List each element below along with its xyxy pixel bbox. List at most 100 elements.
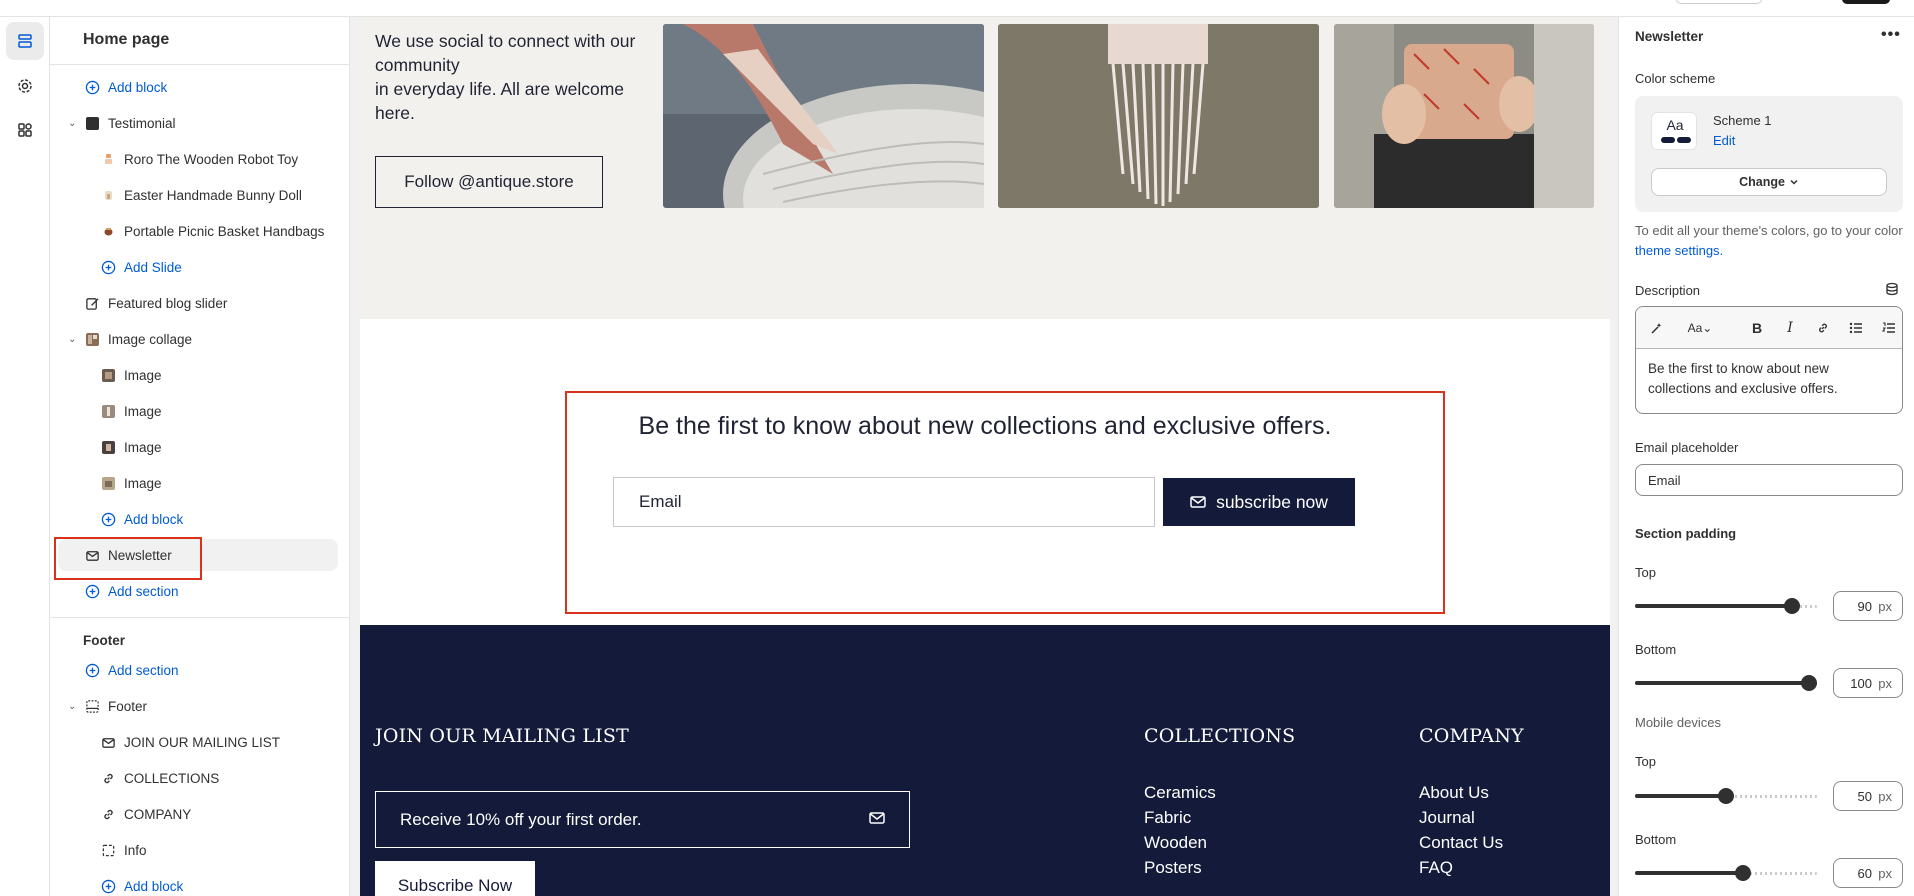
link-icon	[100, 770, 116, 786]
footer-subscribe-button[interactable]: Subscribe Now	[375, 861, 535, 896]
change-label: Change	[1739, 175, 1785, 189]
sidebar-item-collections[interactable]: COLLECTIONS	[58, 762, 338, 794]
plus-circle-icon	[84, 583, 100, 599]
follow-button[interactable]: Follow @antique.store	[375, 156, 603, 208]
unit: px	[1878, 676, 1892, 691]
value: 90	[1857, 599, 1872, 614]
chevron-down-icon: ⌄	[68, 333, 77, 345]
company-heading: COMPANY	[1419, 725, 1524, 747]
text-style-dropdown[interactable]: Aa⌄	[1682, 319, 1718, 337]
change-scheme-button[interactable]: Change	[1651, 168, 1887, 196]
add-block-button[interactable]: Add block	[58, 870, 338, 896]
ai-sparkle-icon[interactable]	[1648, 319, 1666, 337]
italic-icon[interactable]: I	[1781, 319, 1799, 337]
bottom-padding-slider[interactable]	[1635, 673, 1817, 693]
slider-fill	[1635, 871, 1743, 875]
footer-link[interactable]: Posters	[1144, 858, 1202, 878]
image-collage-icon	[84, 331, 100, 347]
plus-circle-icon	[84, 79, 100, 95]
swatch-dot	[1661, 137, 1675, 143]
numbered-list-icon[interactable]	[1880, 319, 1898, 337]
footer-link[interactable]: Contact Us	[1419, 833, 1503, 853]
sidebar-item-image-2[interactable]: Image	[58, 395, 338, 427]
email-placeholder-field[interactable]: Email	[1635, 464, 1903, 496]
sidebar-item-featured-blog-slider[interactable]: Featured blog slider	[58, 287, 338, 319]
slider-handle[interactable]	[1718, 788, 1734, 804]
add-block-button[interactable]: Add block	[58, 71, 338, 103]
footer-link[interactable]: FAQ	[1419, 858, 1453, 878]
chevron-down-icon: ⌄	[68, 700, 77, 712]
bold-icon[interactable]: B	[1748, 319, 1766, 337]
storefront-preview: We use social to connect with our commun…	[360, 17, 1610, 896]
swatch-dot	[1677, 137, 1691, 143]
bullet-list-icon[interactable]	[1847, 319, 1865, 337]
footer-email-field[interactable]: Receive 10% off your first order.	[375, 791, 910, 848]
footer-link[interactable]: Journal	[1419, 808, 1475, 828]
image-thumbnail-icon	[100, 439, 116, 455]
add-block-button[interactable]: Add block	[58, 503, 338, 535]
description-label: Description	[1635, 283, 1701, 298]
footer-section[interactable]: JOIN OUR MAILING LIST Receive 10% off yo…	[360, 625, 1610, 896]
row-label: Image	[124, 367, 162, 383]
sidebar-item-image-1[interactable]: Image	[58, 359, 338, 391]
sidebar-item-image-3[interactable]: Image	[58, 431, 338, 463]
mail-icon	[100, 734, 116, 750]
mobile-bottom-input[interactable]: 60 px	[1833, 858, 1903, 888]
theme-editor: Home page Add block ⌄ Testimonial Roro T…	[0, 0, 1914, 896]
sidebar-item-testimonial[interactable]: ⌄ Testimonial	[58, 107, 338, 139]
color-scheme-card: Aa Scheme 1 Edit Change	[1635, 96, 1903, 212]
sidebar-item-info[interactable]: Info	[58, 834, 338, 866]
add-slide-button[interactable]: Add Slide	[58, 251, 338, 283]
sidebar-item-footer[interactable]: ⌄ Footer	[58, 690, 338, 722]
sidebar-item-picnic-basket[interactable]: Portable Picnic Basket Handbags	[58, 215, 338, 247]
sidebar-item-bunny-doll[interactable]: Easter Handmade Bunny Doll	[58, 179, 338, 211]
scheme-edit-link[interactable]: Edit	[1713, 133, 1735, 148]
link-icon[interactable]	[1814, 319, 1832, 337]
slider-handle[interactable]	[1801, 675, 1817, 691]
footer-link[interactable]: Wooden	[1144, 833, 1207, 853]
sidebar-item-robot-toy[interactable]: Roro The Wooden Robot Toy	[58, 143, 338, 175]
add-section-button[interactable]: Add section	[58, 654, 338, 686]
theme-settings-link[interactable]: theme settings.	[1635, 243, 1723, 258]
color-scheme-label: Color scheme	[1635, 71, 1716, 86]
settings-rail-button[interactable]	[6, 67, 44, 105]
bottom-padding-label: Bottom	[1635, 642, 1677, 657]
save-button[interactable]	[1842, 0, 1890, 4]
sidebar-item-company[interactable]: COMPANY	[58, 798, 338, 830]
row-label: Add block	[124, 511, 184, 527]
testimonial-section-icon	[84, 115, 100, 131]
top-bar-control[interactable]	[1676, 0, 1762, 4]
row-label: Info	[124, 842, 147, 858]
scheme-name: Scheme 1	[1713, 113, 1772, 128]
bottom-padding-input[interactable]: 100 px	[1833, 668, 1903, 698]
row-label: COLLECTIONS	[124, 770, 220, 786]
top-padding-slider[interactable]	[1635, 596, 1817, 616]
plus-circle-icon	[100, 878, 116, 894]
slider-handle[interactable]	[1784, 598, 1801, 614]
mobile-top-input[interactable]: 50 px	[1833, 781, 1903, 811]
mobile-bottom-label: Bottom	[1635, 832, 1677, 847]
sections-rail-button[interactable]	[6, 22, 44, 60]
apps-rail-button[interactable]	[6, 111, 44, 149]
email-placeholder-label: Email placeholder	[1635, 440, 1739, 455]
row-label: Featured blog slider	[108, 295, 228, 311]
sidebar-item-mailing-list[interactable]: JOIN OUR MAILING LIST	[58, 726, 338, 758]
sidebar-item-image-collage[interactable]: ⌄ Image collage	[58, 323, 338, 355]
description-editor[interactable]: Aa⌄ B I Be the first to know about new c…	[1635, 306, 1903, 414]
footer-link[interactable]: About Us	[1419, 783, 1489, 803]
mobile-bottom-slider[interactable]	[1635, 863, 1817, 883]
description-text[interactable]: Be the first to know about new collectio…	[1648, 359, 1888, 399]
sidebar-item-image-4[interactable]: Image	[58, 467, 338, 499]
top-padding-input[interactable]: 90 px	[1833, 591, 1903, 621]
mobile-top-slider[interactable]	[1635, 786, 1817, 806]
newsletter-section[interactable]: Be the first to know about new collectio…	[360, 319, 1610, 625]
slider-handle[interactable]	[1734, 865, 1751, 881]
mail-icon[interactable]	[869, 811, 885, 825]
dynamic-source-icon[interactable]	[1885, 282, 1899, 296]
footer-link[interactable]: Ceramics	[1144, 783, 1216, 803]
more-options-button[interactable]: •••	[1881, 26, 1901, 44]
unit: px	[1878, 599, 1892, 614]
settings-title: Newsletter	[1635, 29, 1704, 44]
footer-link[interactable]: Fabric	[1144, 808, 1191, 828]
sections-sidebar: Home page Add block ⌄ Testimonial Roro T…	[50, 17, 350, 896]
